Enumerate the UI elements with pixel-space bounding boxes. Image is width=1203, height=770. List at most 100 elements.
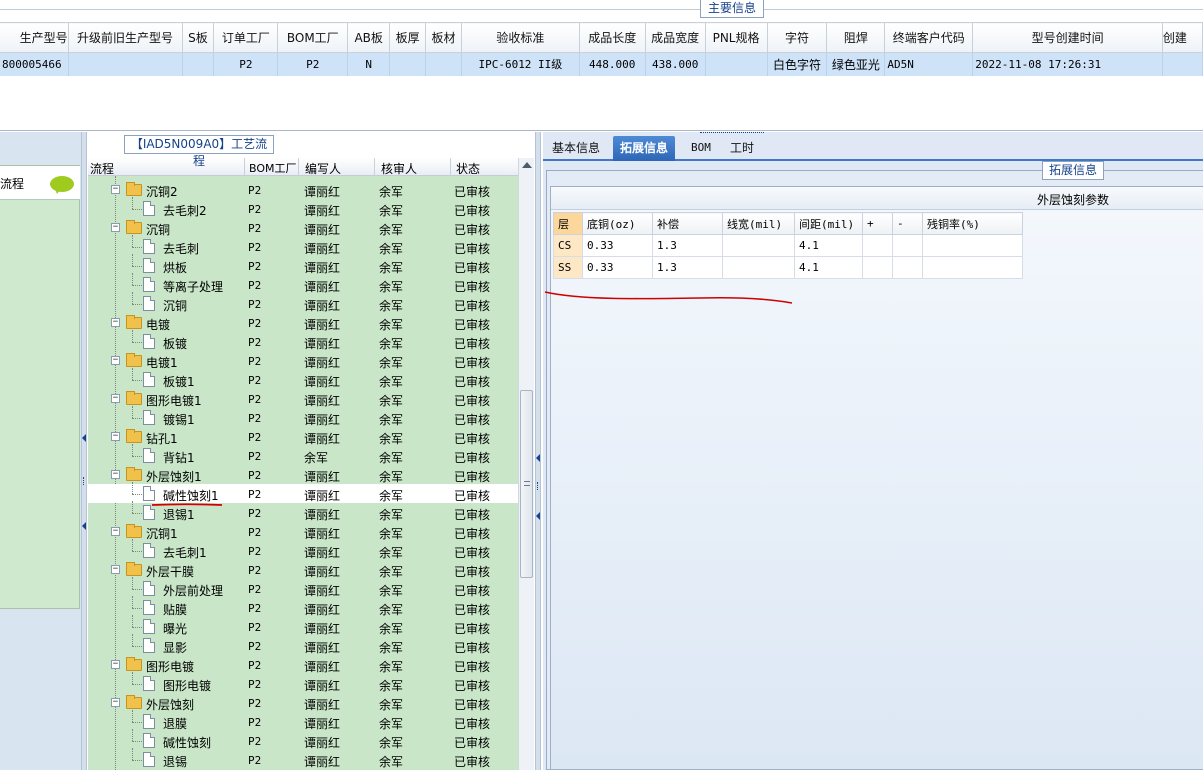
param-col-header[interactable]: - (892, 212, 923, 235)
main-col-header[interactable]: 订单工厂 (213, 22, 279, 53)
collapse-left-arrow-icon[interactable] (82, 434, 86, 442)
tree-node-group[interactable]: − 沉铜2 P2 谭丽红 余军 已审核 (88, 180, 518, 199)
tab-bom[interactable]: BOM (684, 136, 718, 161)
param-col-header[interactable]: 层 (553, 212, 583, 235)
tree-node-step[interactable]: 显影 P2 谭丽红 余军 已审核 (88, 634, 518, 655)
param-col-header[interactable]: 间距(mil) (794, 212, 863, 235)
collapse-toggle-icon[interactable]: − (111, 698, 120, 707)
tree-node-step[interactable]: 去毛刺2 P2 谭丽红 余军 已审核 (88, 197, 518, 218)
main-col-header[interactable]: AB板 (347, 22, 391, 53)
tree-node-step[interactable]: 镀锡1 P2 谭丽红 余军 已审核 (88, 406, 518, 427)
tree-node-group[interactable]: − 沉铜 P2 谭丽红 余军 已审核 (88, 218, 518, 237)
collapse-toggle-icon[interactable]: − (111, 356, 120, 365)
collapse-toggle-icon[interactable]: − (111, 394, 120, 403)
tree-node-group[interactable]: − 图形电镀 P2 谭丽红 余军 已审核 (88, 655, 518, 674)
collapse-arrow-icon[interactable] (536, 454, 540, 462)
collapse-toggle-icon[interactable]: − (111, 185, 120, 194)
tree-node-step[interactable]: 退锡 P2 谭丽红 余军 已审核 (88, 748, 518, 769)
param-cell[interactable] (892, 256, 923, 279)
tree-node-step[interactable]: 等离子处理 P2 谭丽红 余军 已审核 (88, 273, 518, 294)
tree-node-group[interactable]: − 外层蚀刻 P2 谭丽红 余军 已审核 (88, 693, 518, 712)
main-col-header[interactable]: 成品长度 (579, 22, 646, 53)
main-col-header[interactable]: S板 (182, 22, 215, 53)
param-col-header[interactable]: 线宽(mil) (722, 212, 795, 235)
collapse-toggle-icon[interactable]: − (111, 318, 120, 327)
collapse-toggle-icon[interactable]: − (111, 432, 120, 441)
main-col-header[interactable]: 验收标准 (461, 22, 580, 53)
main-col-header[interactable]: 阻焊 (826, 22, 886, 53)
param-row[interactable]: SS 0.33 1.3 4.1 (553, 256, 1023, 279)
tree-node-step[interactable]: 沉铜 P2 谭丽红 余军 已审核 (88, 292, 518, 313)
main-col-header[interactable]: 终端客户代码 (884, 22, 974, 53)
tree-node-step[interactable]: 背钻1 P2 余军 余军 已审核 (88, 444, 518, 465)
header-reviewer[interactable]: 核审人 (381, 160, 417, 177)
tree-node-step[interactable]: 图形电镀 P2 谭丽红 余军 已审核 (88, 672, 518, 693)
tree-node-group[interactable]: − 外层干膜 P2 谭丽红 余军 已审核 (88, 560, 518, 579)
header-bom-factory[interactable]: BOM工厂 (249, 160, 297, 176)
param-cell[interactable] (922, 256, 1023, 279)
left-splitter[interactable] (81, 132, 87, 770)
main-col-header[interactable]: PNL规格 (705, 22, 768, 53)
param-cell[interactable]: 0.33 (582, 234, 653, 257)
param-cell[interactable]: 1.3 (652, 256, 723, 279)
param-cell[interactable] (892, 234, 923, 257)
param-cell[interactable]: 4.1 (794, 234, 863, 257)
tree-node-step[interactable]: 外层前处理 P2 谭丽红 余军 已审核 (88, 577, 518, 598)
tree-node-step[interactable]: 贴膜 P2 谭丽红 余军 已审核 (88, 596, 518, 617)
param-cell[interactable] (862, 256, 893, 279)
param-cell[interactable]: 1.3 (652, 234, 723, 257)
collapse-toggle-icon[interactable]: − (111, 565, 120, 574)
middle-splitter[interactable] (535, 132, 541, 770)
scrollbar-thumb[interactable] (520, 390, 533, 578)
collapse-toggle-icon[interactable]: − (111, 223, 120, 232)
main-col-header[interactable]: 升级前旧生产型号 (68, 22, 183, 53)
scroll-up-arrow-icon[interactable] (522, 162, 532, 168)
param-col-header[interactable]: 残铜率(%) (922, 212, 1023, 235)
tree-node-step[interactable]: 去毛刺 P2 谭丽红 余军 已审核 (88, 235, 518, 256)
param-cell[interactable] (722, 234, 795, 257)
collapse-left-arrow-icon-2[interactable] (82, 522, 86, 530)
tree-node-step[interactable]: 退膜 P2 谭丽红 余军 已审核 (88, 710, 518, 731)
tree-node-group[interactable]: − 图形电镀1 P2 谭丽红 余军 已审核 (88, 389, 518, 408)
tree-node-step[interactable]: 去毛刺1 P2 谭丽红 余军 已审核 (88, 539, 518, 560)
main-col-header[interactable]: 生产型号 (0, 22, 69, 53)
main-col-header[interactable]: 型号创建时间 (972, 22, 1163, 53)
param-row[interactable]: CS 0.33 1.3 4.1 (553, 234, 1023, 257)
param-cell[interactable] (922, 234, 1023, 257)
tree-node-group[interactable]: − 电镀1 P2 谭丽红 余军 已审核 (88, 351, 518, 370)
main-col-header[interactable]: 板材 (425, 22, 462, 53)
main-col-header[interactable]: 创建 (1162, 22, 1203, 53)
tree-node-step[interactable]: 曝光 P2 谭丽红 余军 已审核 (88, 615, 518, 636)
main-col-header[interactable]: 板厚 (389, 22, 427, 53)
param-cell[interactable] (862, 234, 893, 257)
tree-node-group[interactable]: − 钻孔1 P2 谭丽红 余军 已审核 (88, 427, 518, 446)
header-status[interactable]: 状态 (456, 160, 480, 177)
main-col-header[interactable]: 字符 (767, 22, 828, 53)
collapse-arrow-icon-2[interactable] (536, 512, 540, 520)
tree-node-group[interactable]: − 外层蚀刻1 P2 谭丽红 余军 已审核 (88, 465, 518, 484)
tab-basic-info[interactable]: 基本信息 (545, 136, 607, 161)
param-cell[interactable]: 0.33 (582, 256, 653, 279)
main-col-header[interactable]: BOM工厂 (277, 22, 349, 53)
sidebar-item-process[interactable]: 流程 (0, 166, 80, 200)
tree-node-step[interactable]: 板镀1 P2 谭丽红 余军 已审核 (88, 368, 518, 389)
param-col-header[interactable]: + (862, 212, 893, 235)
tree-node-step[interactable]: 烘板 P2 谭丽红 余军 已审核 (88, 254, 518, 275)
header-flow[interactable]: 流程 (90, 160, 114, 177)
main-info-data-row[interactable]: 800005466 P2 P2 N IPC-6012 II级 448.000 438.000… (0, 52, 1203, 76)
param-col-header[interactable]: 补偿 (652, 212, 723, 235)
collapse-toggle-icon[interactable]: − (111, 660, 120, 669)
process-tree[interactable]: − 沉铜2 P2 谭丽红 余军 已审核 去毛刺2 P2 谭丽红 余军 已审核 − 沉铜 P2 谭丽红 余军 已审… (88, 176, 518, 770)
tab-work-hours[interactable]: 工时 (723, 136, 761, 161)
tree-node-step[interactable]: 碱性蚀刻1 P2 谭丽红 余军 已审核 (88, 482, 518, 503)
collapse-toggle-icon[interactable]: − (111, 527, 120, 536)
collapse-toggle-icon[interactable]: − (111, 470, 120, 479)
process-tree-scrollbar[interactable] (518, 158, 534, 770)
tab-extended-info[interactable]: 拓展信息 (613, 136, 676, 161)
tree-node-step[interactable]: 碱性蚀刻 P2 谭丽红 余军 已审核 (88, 729, 518, 750)
tree-node-group[interactable]: − 沉铜1 P2 谭丽红 余军 已审核 (88, 522, 518, 541)
param-cell[interactable]: 4.1 (794, 256, 863, 279)
param-col-header[interactable]: 底铜(oz) (582, 212, 653, 235)
main-col-header[interactable]: 成品宽度 (645, 22, 706, 53)
param-cell[interactable] (722, 256, 795, 279)
